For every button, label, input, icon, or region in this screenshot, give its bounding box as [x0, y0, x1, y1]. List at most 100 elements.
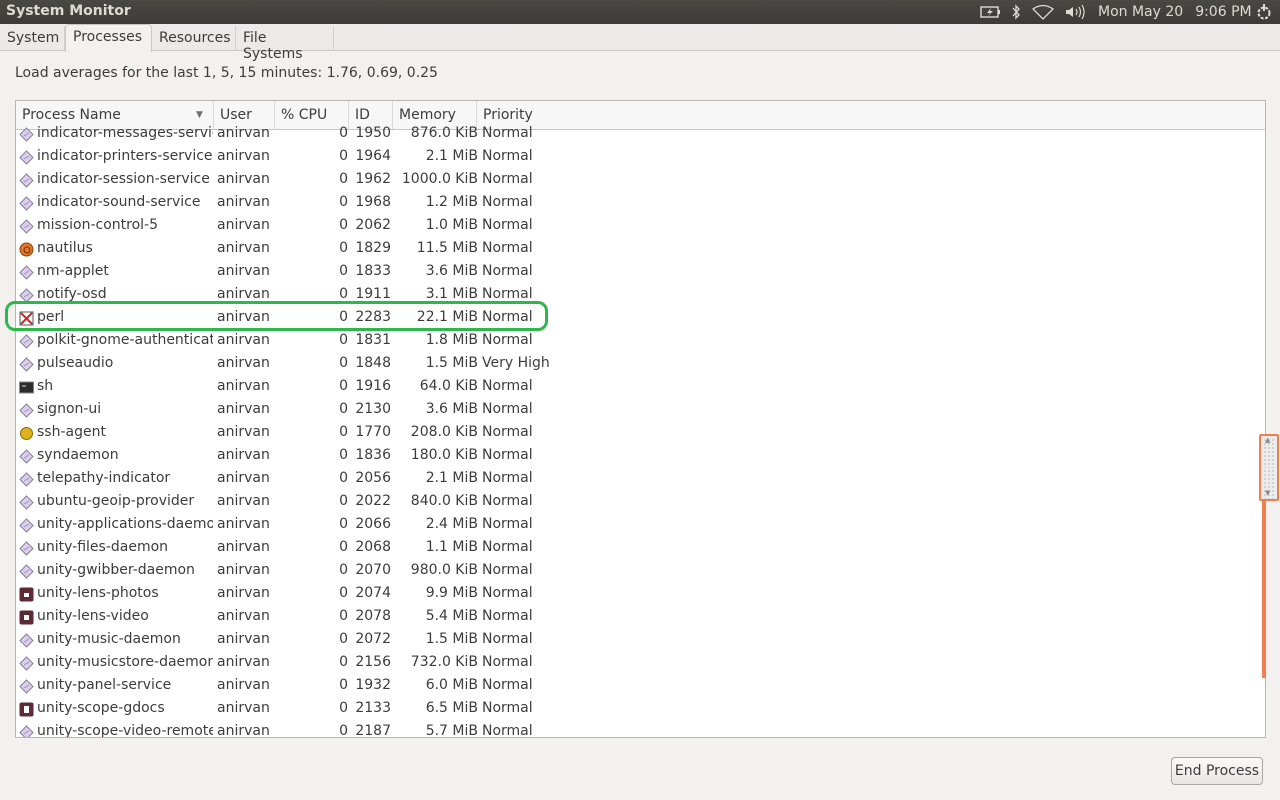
table-row[interactable]: unity-files-daemon anirvan 0 2068 1.1 MiB Nor…	[16, 537, 1256, 560]
memory-cell: 2.1 MiB	[425, 148, 478, 164]
table-row[interactable]: signon-ui anirvan 0 2130 3.6 MiB Normal	[16, 399, 1256, 422]
memory-cell: 180.0 KiB	[410, 447, 478, 463]
pid-cell: 2130	[355, 401, 391, 417]
cpu-cell: 0	[339, 585, 348, 601]
table-row[interactable]: unity-music-daemon anirvan 0 2072 1.5 MiB Nor…	[16, 629, 1256, 652]
priority-cell: Normal	[482, 493, 533, 509]
table-row[interactable]: ubuntu-geoip-provider anirvan 0 2022 840.0 K…	[16, 491, 1256, 514]
process-name-cell: unity-panel-service	[37, 677, 172, 693]
priority-cell: Normal	[482, 148, 533, 164]
generic-diamond-icon	[19, 127, 34, 142]
load-averages: Load averages for the last 1, 5, 15 minu…	[15, 65, 438, 81]
pid-cell: 1833	[355, 263, 391, 279]
priority-cell: Normal	[482, 677, 533, 693]
memory-cell: 6.0 MiB	[425, 677, 478, 693]
pid-cell: 1950	[355, 125, 391, 141]
memory-cell: 1.5 MiB	[425, 631, 478, 647]
cpu-cell: 0	[339, 263, 348, 279]
generic-diamond-icon	[19, 449, 34, 464]
process-name-cell: ssh-agent	[37, 424, 106, 440]
table-row[interactable]: ssh-agent anirvan 0 1770 208.0 KiB Normal	[16, 422, 1256, 445]
video-lens-icon	[19, 610, 34, 625]
generic-diamond-icon	[19, 357, 34, 372]
table-row[interactable]: nm-applet anirvan 0 1833 3.6 MiB Normal	[16, 261, 1256, 284]
table-row[interactable]: indicator-printers-service anirvan 0 1964 2.…	[16, 146, 1256, 169]
generic-diamond-icon	[19, 495, 34, 510]
table-row[interactable]: unity-panel-service anirvan 0 1932 6.0 MiB No…	[16, 675, 1256, 698]
tab-processes[interactable]: Processes	[65, 24, 152, 52]
table-row[interactable]: polkit-gnome-authentication-agent-1anirv…	[16, 330, 1256, 353]
priority-cell: Normal	[482, 424, 533, 440]
tab-resources[interactable]: Resources	[152, 26, 236, 51]
volume-icon[interactable]	[1064, 4, 1086, 20]
table-row[interactable]: syndaemon anirvan 0 1836 180.0 KiB Normal	[16, 445, 1256, 468]
process-name-cell: syndaemon	[37, 447, 119, 463]
cpu-cell: 0	[339, 516, 348, 532]
battery-icon[interactable]	[980, 4, 1002, 20]
memory-cell: 6.5 MiB	[425, 700, 478, 716]
priority-cell: Normal	[482, 125, 533, 141]
table-row[interactable]: unity-lens-photos anirvan 0 2074 9.9 MiB Norm…	[16, 583, 1256, 606]
priority-cell: Normal	[482, 516, 533, 532]
table-row[interactable]: unity-applications-daemon anirvan 0 2066 2.4…	[16, 514, 1256, 537]
cpu-cell: 0	[339, 447, 348, 463]
table-row[interactable]: nautilus anirvan 0 1829 11.5 MiB Normal	[16, 238, 1256, 261]
table-row[interactable]: unity-scope-video-remote anirvan 0 2187 5.7 …	[16, 721, 1256, 738]
cpu-cell: 0	[339, 677, 348, 693]
clock[interactable]: Mon May 20 9:06 PM	[1098, 0, 1252, 24]
process-name-cell: unity-lens-video	[37, 608, 149, 624]
table-row[interactable]: unity-musicstore-daemon anirvan 0 2156 732.0…	[16, 652, 1256, 675]
table-row[interactable]: indicator-messages-service anirvan 0 1950 87…	[16, 123, 1256, 146]
memory-cell: 3.6 MiB	[425, 263, 478, 279]
memory-cell: 1.0 MiB	[425, 217, 478, 233]
scrollbar-thumb[interactable]: ▲ ▼	[1259, 434, 1279, 501]
tab-system[interactable]: System	[0, 26, 65, 51]
process-name-cell: signon-ui	[37, 401, 102, 417]
pid-cell: 2066	[355, 516, 391, 532]
cpu-cell: 0	[339, 401, 348, 417]
priority-cell: Normal	[482, 539, 533, 555]
pid-cell: 1836	[355, 447, 391, 463]
process-name-cell: polkit-gnome-authentication-agent-1	[37, 332, 213, 348]
scroll-down-arrow-icon: ▼	[1265, 489, 1271, 497]
power-gear-icon[interactable]	[1254, 4, 1274, 20]
pid-cell: 2056	[355, 470, 391, 486]
generic-diamond-icon	[19, 219, 34, 234]
time-text: 9:06 PM	[1195, 4, 1252, 20]
table-row[interactable]: unity-lens-video anirvan 0 2078 5.4 MiB Norma…	[16, 606, 1256, 629]
table-row[interactable]: indicator-sound-service anirvan 0 1968 1.2 M…	[16, 192, 1256, 215]
pid-cell: 2022	[355, 493, 391, 509]
table-row[interactable]: unity-scope-gdocs anirvan 0 2133 6.5 MiB Norm…	[16, 698, 1256, 721]
tab-bar: System Processes Resources File Systems	[0, 24, 1280, 62]
scroll-up-area[interactable]: ▲	[1263, 436, 1275, 468]
priority-cell: Normal	[482, 171, 533, 187]
date-text: Mon May 20	[1098, 4, 1184, 20]
tab-file-systems[interactable]: File Systems	[236, 26, 334, 62]
table-row[interactable]: indicator-session-service anirvan 0 1962 100…	[16, 169, 1256, 192]
table-row[interactable]: unity-gwibber-daemon anirvan 0 2070 980.0 Ki…	[16, 560, 1256, 583]
cpu-cell: 0	[339, 355, 348, 371]
bluetooth-icon[interactable]	[1010, 4, 1022, 20]
priority-cell: Very High	[482, 355, 550, 371]
priority-cell: Normal	[482, 700, 533, 716]
memory-cell: 5.7 MiB	[425, 723, 478, 738]
end-process-button[interactable]: End Process	[1171, 757, 1263, 785]
process-name-cell: notify-osd	[37, 286, 107, 302]
table-row[interactable]: pulseaudio anirvan 0 1848 1.5 MiB Very High	[16, 353, 1256, 376]
scrollbar-track[interactable]	[1262, 500, 1266, 678]
wifi-icon[interactable]	[1032, 4, 1054, 20]
cpu-cell: 0	[339, 723, 348, 738]
cpu-cell: 0	[339, 286, 348, 302]
table-row[interactable]: mission-control-5 anirvan 0 2062 1.0 MiB Norm…	[16, 215, 1256, 238]
generic-diamond-icon	[19, 518, 34, 533]
cpu-cell: 0	[339, 470, 348, 486]
priority-cell: Normal	[482, 631, 533, 647]
cpu-cell: 0	[339, 217, 348, 233]
table-row[interactable]: telepathy-indicator anirvan 0 2056 2.1 MiB No…	[16, 468, 1256, 491]
cpu-cell: 0	[339, 332, 348, 348]
generic-diamond-icon	[19, 564, 34, 579]
scroll-down-area[interactable]: ▼	[1263, 469, 1275, 499]
table-row[interactable]: sh anirvan 0 1916 64.0 KiB Normal	[16, 376, 1256, 399]
process-name-cell: nautilus	[37, 240, 93, 256]
memory-cell: 980.0 KiB	[410, 562, 478, 578]
